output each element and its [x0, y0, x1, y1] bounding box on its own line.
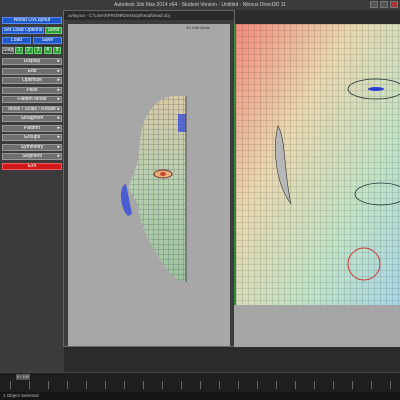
window-title: Autodesk 3ds Max 2014 x64 - Student Vers…	[114, 2, 286, 8]
menu-item-pattern[interactable]: Pattern ▸	[2, 124, 62, 132]
timeline-tick	[105, 381, 106, 389]
timeline-tick	[10, 381, 11, 389]
expand-arrow-icon: ▸	[57, 67, 60, 74]
expand-arrow-icon: ▸	[57, 86, 60, 93]
timeline-tick	[333, 381, 334, 389]
set-load-options-label: Set Load Options	[3, 27, 43, 33]
timeline-tick	[143, 381, 144, 389]
step-button-4[interactable]: 4	[43, 47, 52, 54]
menu-item-display[interactable]: Display ▸	[2, 58, 62, 65]
step-button-1[interactable]: 1	[15, 47, 23, 54]
uvlayout-panel: About UVLayout Set Load Options Send Loa…	[0, 10, 64, 372]
menu-item-label: Symmetry	[20, 143, 44, 150]
menu-item-label: Pack	[26, 86, 38, 93]
3d-viewport[interactable]: 3D Edit Mode	[68, 24, 230, 346]
timeline-ruler[interactable]	[10, 381, 398, 391]
timeline-tick	[314, 381, 315, 389]
timeline-tick	[390, 381, 391, 389]
expand-arrow-icon: ▸	[57, 77, 60, 83]
menu-item-pack[interactable]: Pack ▸	[2, 86, 62, 94]
expand-arrow-icon: ▸	[57, 134, 60, 140]
save-button[interactable]: Save	[33, 37, 62, 44]
step-label-text: Step	[3, 47, 14, 53]
step-buttons: 12345	[15, 47, 63, 54]
expand-arrow-icon: ▸	[57, 96, 60, 102]
uv-editor-margin	[234, 305, 400, 347]
viewport-window: uvlayout - C:\Users\PRO99\Desktop\head\h…	[63, 10, 235, 347]
step-label: Step	[2, 47, 14, 54]
menu-item-label: Edit	[27, 67, 37, 74]
expand-arrow-icon: ▸	[57, 115, 60, 121]
timeline-tick	[162, 381, 163, 389]
timeline-tick	[200, 381, 201, 389]
menu-item-groups[interactable]: Groups ▸	[2, 134, 62, 141]
timeline-tick	[352, 381, 353, 389]
menu-item-label: Pattern	[23, 124, 41, 131]
timeline-tick	[29, 381, 30, 389]
step-button-5[interactable]: 5	[53, 47, 61, 54]
timeline-tick	[124, 381, 125, 389]
menu-item-symmetry[interactable]: Symmetry ▸	[2, 143, 62, 151]
timeline-tick	[257, 381, 258, 389]
timeline-tick	[238, 381, 239, 389]
close-icon[interactable]	[390, 1, 398, 8]
expand-arrow-icon: ▸	[57, 105, 60, 112]
timeline-tick	[48, 381, 49, 389]
exit-button[interactable]: Exit	[2, 162, 62, 170]
timeline-tick	[295, 381, 296, 389]
about-uvlayout-label: About UVLayout	[13, 17, 51, 23]
expand-arrow-icon: ▸	[57, 124, 60, 131]
send-label: Send	[47, 27, 60, 33]
menu-item-label: Optimize	[22, 77, 42, 83]
status-text: 1 Object Selected	[3, 393, 39, 398]
timeline-tick	[86, 381, 87, 389]
window-title-bar: Autodesk 3ds Max 2014 x64 - Student Vers…	[0, 0, 400, 10]
exit-label: Exit	[27, 162, 37, 169]
menu-item-label: Segment	[21, 153, 42, 159]
step-button-3[interactable]: 3	[34, 47, 42, 54]
uv-map[interactable]	[236, 24, 400, 346]
menu-item-label: Move / Scale / Rotate	[8, 105, 56, 112]
maximize-icon[interactable]	[380, 1, 388, 8]
timeline-tick	[181, 381, 182, 389]
menu-item-optimize[interactable]: Optimize ▸	[2, 77, 62, 84]
timeline-tick	[219, 381, 220, 389]
expand-arrow-icon: ▸	[57, 153, 60, 159]
menu-item-label: Flatten Mode	[17, 96, 47, 102]
menu-item-move-scale-rotate[interactable]: Move / Scale / Rotate ▸	[2, 105, 62, 113]
menu-item-edit[interactable]: Edit ▸	[2, 67, 62, 75]
menu-item-label: Groups	[23, 134, 41, 140]
expand-arrow-icon: ▸	[57, 58, 60, 64]
timeline-tick	[67, 381, 68, 389]
status-bar: 1 Object Selected	[0, 392, 400, 400]
menu-item-segment[interactable]: Segment ▸	[2, 153, 62, 160]
timeline-tick	[371, 381, 372, 389]
send-button[interactable]: Send	[45, 27, 62, 34]
timeline-tick	[276, 381, 277, 389]
menu-item-straighten[interactable]: Straighten ▸	[2, 115, 62, 122]
menu-item-label: Straighten	[20, 115, 44, 121]
load-button[interactable]: Load	[2, 37, 31, 44]
load-label: Load	[10, 37, 23, 43]
menu-item-flatten-mode[interactable]: Flatten Mode ▸	[2, 96, 62, 103]
viewport-window-path: uvlayout - C:\Users\PRO99\Desktop\head\h…	[64, 11, 234, 20]
time-slider[interactable]: 0 / 100	[16, 374, 30, 380]
head-model[interactable]	[68, 24, 230, 346]
about-uvlayout-button[interactable]: About UVLayout	[2, 17, 62, 24]
step-button-2[interactable]: 2	[24, 47, 33, 54]
uv-editor-viewport[interactable]	[234, 24, 400, 346]
save-label: Save	[41, 37, 54, 43]
minimize-icon[interactable]	[370, 1, 378, 8]
menu-item-label: Display	[23, 58, 41, 64]
set-load-options-button[interactable]: Set Load Options	[2, 27, 44, 34]
expand-arrow-icon: ▸	[57, 143, 60, 150]
viewport-mode-label: 3D Edit Mode	[186, 25, 211, 30]
